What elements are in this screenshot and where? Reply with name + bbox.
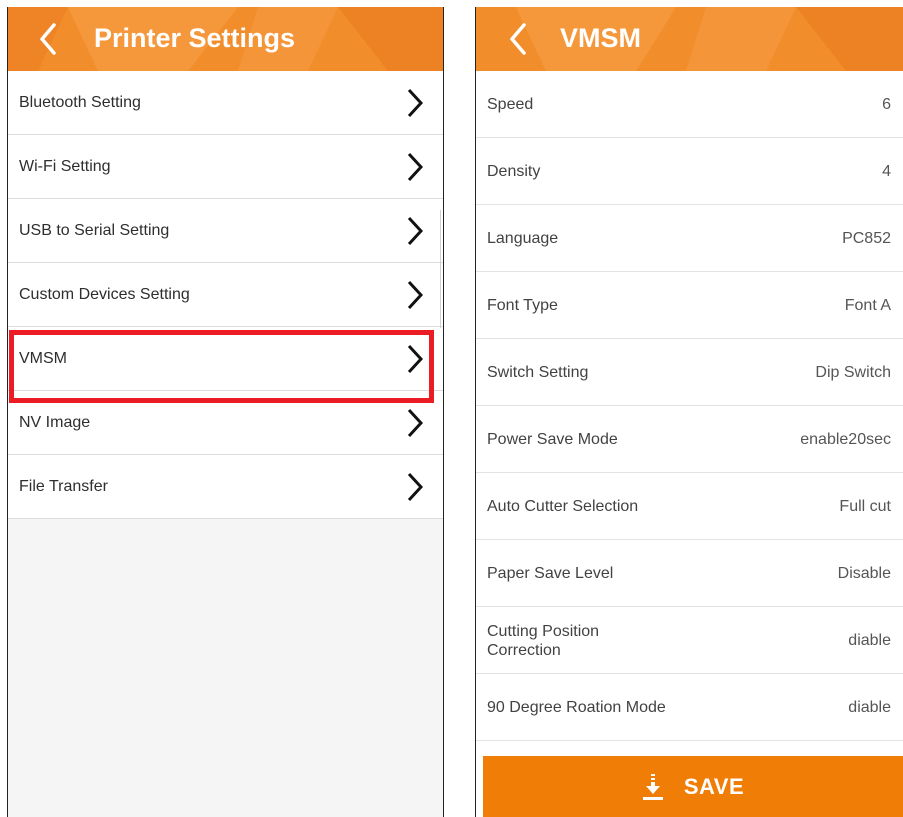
chevron-right-icon	[407, 472, 423, 502]
setting-value: diable	[848, 699, 891, 716]
menu-item-label: USB to Serial Setting	[19, 222, 170, 239]
setting-value: enable20sec	[800, 431, 891, 448]
back-chevron-icon[interactable]	[507, 21, 529, 57]
menu-item-vmsm[interactable]: VMSM	[8, 327, 443, 391]
header-decoration	[516, 7, 903, 71]
setting-value: Dip Switch	[815, 364, 891, 381]
page-title: VMSM	[560, 23, 641, 53]
scrollbar[interactable]	[440, 210, 441, 328]
vmsm-screen: VMSM Speed 6 Density 4 Language PC852 Fo…	[475, 7, 903, 817]
menu-item-custom-devices[interactable]: Custom Devices Setting	[8, 263, 443, 327]
setting-value: Font A	[844, 297, 891, 314]
setting-row-rotation-mode[interactable]: 90 Degree Roation Mode diable	[476, 674, 903, 741]
app-header: Printer Settings	[8, 7, 443, 71]
setting-row-font-type[interactable]: Font Type Font A	[476, 272, 903, 339]
chevron-right-icon	[407, 152, 423, 182]
vmsm-settings-list: Speed 6 Density 4 Language PC852 Font Ty…	[476, 71, 903, 741]
setting-value: Full cut	[839, 498, 891, 515]
setting-value: diable	[848, 632, 891, 649]
setting-label: Font Type	[487, 297, 558, 314]
setting-label: Auto Cutter Selection	[487, 498, 639, 515]
menu-item-bluetooth[interactable]: Bluetooth Setting	[8, 71, 443, 135]
chevron-right-icon	[407, 280, 423, 310]
menu-item-label: File Transfer	[19, 478, 108, 495]
setting-value: Disable	[837, 565, 891, 582]
setting-row-auto-cutter[interactable]: Auto Cutter Selection Full cut	[476, 473, 903, 540]
setting-row-language[interactable]: Language PC852	[476, 205, 903, 272]
menu-item-label: NV Image	[19, 414, 91, 431]
setting-label: Cutting Position Correction	[487, 622, 600, 659]
setting-label: Language	[487, 230, 559, 247]
menu-item-label: VMSM	[19, 350, 67, 367]
setting-value: 6	[882, 96, 891, 113]
back-chevron-icon[interactable]	[37, 21, 59, 57]
page-title: Printer Settings	[94, 23, 296, 53]
menu-item-label: Custom Devices Setting	[19, 286, 190, 303]
menu-item-label: Wi-Fi Setting	[19, 158, 111, 175]
setting-label: Power Save Mode	[487, 431, 618, 448]
setting-label: Paper Save Level	[487, 565, 614, 582]
setting-row-speed[interactable]: Speed 6	[476, 71, 903, 138]
menu-item-wifi[interactable]: Wi-Fi Setting	[8, 135, 443, 199]
setting-label: Density	[487, 163, 541, 180]
setting-row-density[interactable]: Density 4	[476, 138, 903, 205]
setting-row-paper-save-level[interactable]: Paper Save Level Disable	[476, 540, 903, 607]
printer-settings-screen: Printer Settings Bluetooth Setting Wi-Fi…	[7, 7, 444, 817]
setting-label: 90 Degree Roation Mode	[487, 699, 666, 716]
menu-item-label: Bluetooth Setting	[19, 94, 141, 111]
chevron-right-icon	[407, 344, 423, 374]
menu-item-file-transfer[interactable]: File Transfer	[8, 455, 443, 519]
setting-value: PC852	[842, 230, 891, 247]
app-header: VMSM	[476, 7, 903, 71]
setting-row-switch-setting[interactable]: Switch Setting Dip Switch	[476, 339, 903, 406]
download-icon	[642, 773, 663, 800]
settings-menu: Bluetooth Setting Wi-Fi Setting USB to S…	[8, 71, 443, 519]
save-label: SAVE	[683, 773, 745, 799]
setting-label: Switch Setting	[487, 364, 589, 381]
setting-row-power-save-mode[interactable]: Power Save Mode enable20sec	[476, 406, 903, 473]
chevron-right-icon	[407, 408, 423, 438]
chevron-right-icon	[407, 88, 423, 118]
setting-label: Speed	[487, 96, 534, 113]
setting-row-cutting-position[interactable]: Cutting Position Correction diable	[476, 607, 903, 674]
chevron-right-icon	[407, 216, 423, 246]
save-button[interactable]: SAVE	[483, 756, 903, 817]
menu-item-nv-image[interactable]: NV Image	[8, 391, 443, 455]
setting-value: 4	[882, 163, 891, 180]
menu-item-usb-serial[interactable]: USB to Serial Setting	[8, 199, 443, 263]
